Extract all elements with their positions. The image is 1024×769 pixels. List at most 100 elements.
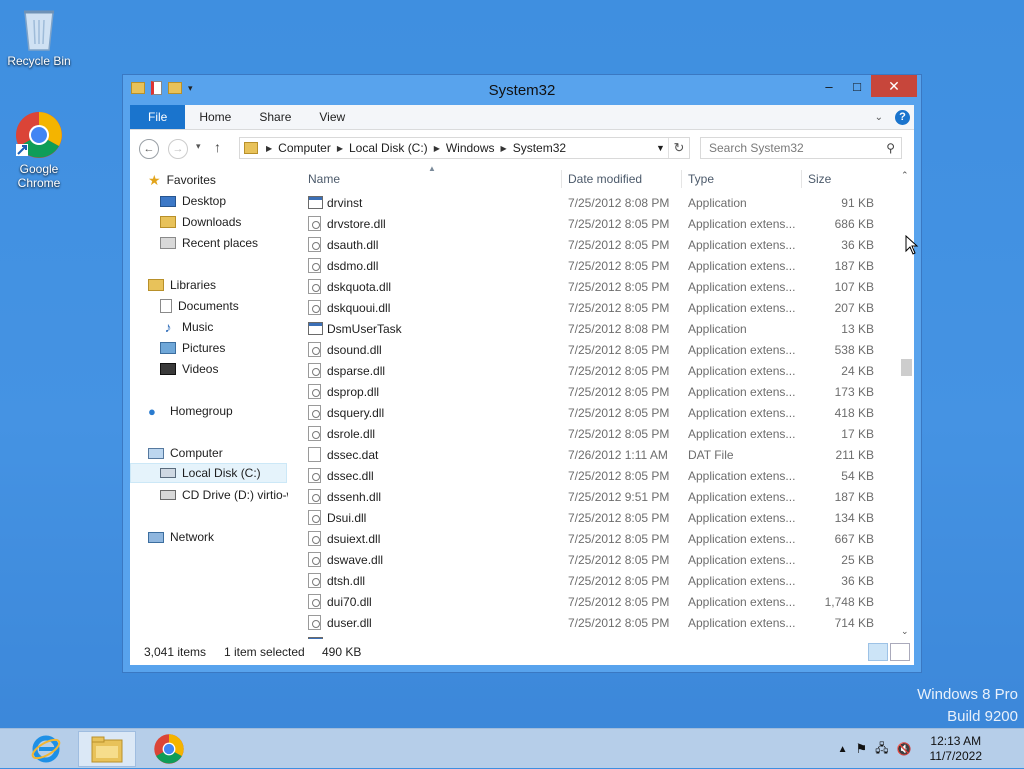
file-type: DAT File — [688, 447, 734, 462]
minimize-button[interactable]: – — [815, 75, 843, 97]
large-icons-view-icon[interactable] — [890, 643, 910, 661]
watermark-edition: Windows 8 Pro — [917, 686, 1018, 703]
address-bar[interactable]: ▶ Computer ▶ Local Disk (C:) ▶ Windows ▶… — [239, 137, 690, 159]
tab-file[interactable]: File — [130, 105, 186, 129]
file-row[interactable]: dssec.dll 7/25/2012 8:05 PM Application ex… — [304, 465, 884, 486]
file-row[interactable]: duser.dll 7/25/2012 8:05 PM Application ex… — [304, 612, 884, 633]
file-size: 686 KB — [834, 216, 874, 231]
nav-favorites[interactable]: ★ Favorites — [148, 170, 216, 190]
file-size: 187 KB — [834, 258, 874, 273]
taskbar-file-explorer[interactable] — [78, 731, 136, 767]
action-center-flag-icon[interactable]: ⚑ — [856, 741, 868, 757]
file-type: Application extens... — [688, 384, 796, 399]
nav-local-disk[interactable]: Local Disk (C:) — [130, 463, 287, 483]
file-row[interactable]: dsauth.dll 7/25/2012 8:05 PM Application e… — [304, 234, 884, 255]
network-status-icon[interactable]: 🖧 — [875, 739, 888, 760]
column-header-type[interactable]: Type — [688, 166, 800, 192]
volume-muted-icon[interactable]: 🔇 — [897, 742, 912, 756]
selection-size: 490 KB — [322, 645, 362, 659]
breadcrumb-windows[interactable]: Windows — [446, 141, 495, 155]
tab-share[interactable]: Share — [245, 105, 305, 129]
chrome-icon — [16, 112, 62, 158]
show-hidden-icons-icon[interactable]: ▲ — [838, 744, 848, 755]
maximize-button[interactable]: □ — [843, 75, 871, 97]
file-name: dswave.dll — [327, 552, 384, 567]
desktop-icon-google-chrome[interactable]: Google Chrome — [0, 110, 78, 190]
nav-pictures[interactable]: Pictures — [160, 338, 225, 358]
file-row[interactable]: dsparse.dll 7/25/2012 8:05 PM Application … — [304, 360, 884, 381]
file-name: dui70.dll — [327, 594, 372, 609]
nav-recent-places[interactable]: Recent places — [160, 233, 258, 253]
nav-documents[interactable]: Documents — [160, 296, 239, 316]
file-row[interactable]: dsdmo.dll 7/25/2012 8:05 PM Application ex… — [304, 255, 884, 276]
file-row[interactable]: Dsui.dll 7/25/2012 8:05 PM Application ext… — [304, 507, 884, 528]
up-arrow-icon[interactable]: ↑ — [214, 139, 221, 155]
tab-view[interactable]: View — [305, 105, 359, 129]
clock[interactable]: 12:13 AM 11/7/2022 — [930, 734, 983, 764]
nav-label: Network — [170, 530, 215, 544]
file-row[interactable]: dui70.dll 7/25/2012 8:05 PM Application ex… — [304, 591, 884, 612]
help-button[interactable]: ? — [895, 109, 910, 125]
nav-desktop[interactable]: Desktop — [160, 191, 226, 211]
address-dropdown-icon[interactable]: ▼ — [653, 138, 669, 158]
file-size: 538 KB — [834, 342, 874, 357]
breadcrumb-system32[interactable]: System32 — [513, 141, 566, 155]
file-row[interactable]: dssenh.dll 7/25/2012 9:51 PM Application e… — [304, 486, 884, 507]
forward-button[interactable]: → — [168, 139, 188, 159]
scrollbar-thumb[interactable] — [901, 359, 912, 376]
title-bar[interactable]: ▾ System32 – □ ✕ — [123, 75, 921, 105]
nav-computer[interactable]: Computer — [148, 443, 223, 463]
back-button[interactable]: ← — [139, 139, 159, 159]
column-divider[interactable] — [681, 170, 682, 188]
file-row[interactable]: drvstore.dll 7/25/2012 8:05 PM Application… — [304, 213, 884, 234]
nav-cd-drive[interactable]: CD Drive (D:) virtio-win — [160, 485, 288, 505]
file-type: Application extens... — [688, 363, 796, 378]
cd-drive-icon — [160, 490, 176, 500]
column-header-size[interactable]: Size — [808, 166, 878, 192]
file-row[interactable]: drvinst 7/25/2012 8:08 PM Application 91 KB — [304, 192, 884, 213]
nav-label: Favorites — [166, 173, 216, 187]
expand-ribbon-icon[interactable]: ⌄ — [875, 112, 883, 123]
column-header-date[interactable]: Date modified — [568, 166, 680, 192]
nav-homegroup[interactable]: ● Homegroup — [148, 401, 233, 421]
file-row[interactable]: dsuiext.dll 7/25/2012 8:05 PM Application … — [304, 528, 884, 549]
column-divider[interactable] — [801, 170, 802, 188]
file-row[interactable]: dskquota.dll 7/25/2012 8:05 PM Application… — [304, 276, 884, 297]
file-row[interactable]: dsrole.dll 7/25/2012 8:05 PM Application e… — [304, 423, 884, 444]
nav-libraries[interactable]: Libraries — [148, 275, 216, 295]
file-row[interactable]: DsmUserTask 7/25/2012 8:08 PM Application 1… — [304, 318, 884, 339]
nav-downloads[interactable]: Downloads — [160, 212, 241, 232]
desktop-icon-recycle-bin[interactable]: Recycle Bin — [0, 6, 78, 68]
network-icon — [148, 531, 164, 543]
file-type: Application extens... — [688, 468, 796, 483]
taskbar-internet-explorer[interactable] — [17, 731, 75, 767]
file-row[interactable]: dskquoui.dll 7/25/2012 8:05 PM Application… — [304, 297, 884, 318]
column-divider[interactable] — [561, 170, 562, 188]
dll-file-icon — [308, 363, 321, 378]
tab-home[interactable]: Home — [185, 105, 245, 129]
nav-network[interactable]: Network — [148, 527, 214, 547]
nav-label: Videos — [182, 362, 219, 376]
breadcrumb-local-disk[interactable]: Local Disk (C:) — [349, 141, 428, 155]
scroll-down-icon[interactable]: ⌄ — [901, 626, 909, 637]
taskbar-chrome[interactable] — [140, 731, 198, 767]
nav-videos[interactable]: Videos — [160, 359, 218, 379]
file-size: 418 KB — [834, 405, 874, 420]
close-button[interactable]: ✕ — [871, 75, 917, 97]
file-row[interactable]: dsound.dll 7/25/2012 8:05 PM Application e… — [304, 339, 884, 360]
file-row[interactable]: dswave.dll 7/25/2012 8:05 PM Application e… — [304, 549, 884, 570]
column-header-name[interactable]: Name — [308, 166, 558, 192]
recent-locations-icon[interactable]: ▾ — [196, 141, 201, 152]
file-row[interactable]: dsquery.dll 7/25/2012 8:05 PM Application … — [304, 402, 884, 423]
details-view-icon[interactable] — [868, 643, 888, 661]
file-row[interactable]: dsprop.dll 7/25/2012 8:05 PM Application e… — [304, 381, 884, 402]
scroll-up-icon[interactable]: ⌃ — [901, 170, 909, 181]
file-type: Application extens... — [688, 489, 796, 504]
file-row[interactable]: dtsh.dll 7/25/2012 8:05 PM Application ext… — [304, 570, 884, 591]
nav-music[interactable]: ♪ Music — [160, 317, 214, 337]
search-input[interactable]: Search System32 ⚲ — [700, 137, 902, 159]
file-row[interactable]: dssec.dat 7/26/2012 1:11 AM DAT File 211 KB — [304, 444, 884, 465]
refresh-icon[interactable]: ↻ — [669, 140, 689, 156]
libraries-icon — [148, 279, 164, 291]
breadcrumb-computer[interactable]: Computer — [278, 141, 331, 155]
